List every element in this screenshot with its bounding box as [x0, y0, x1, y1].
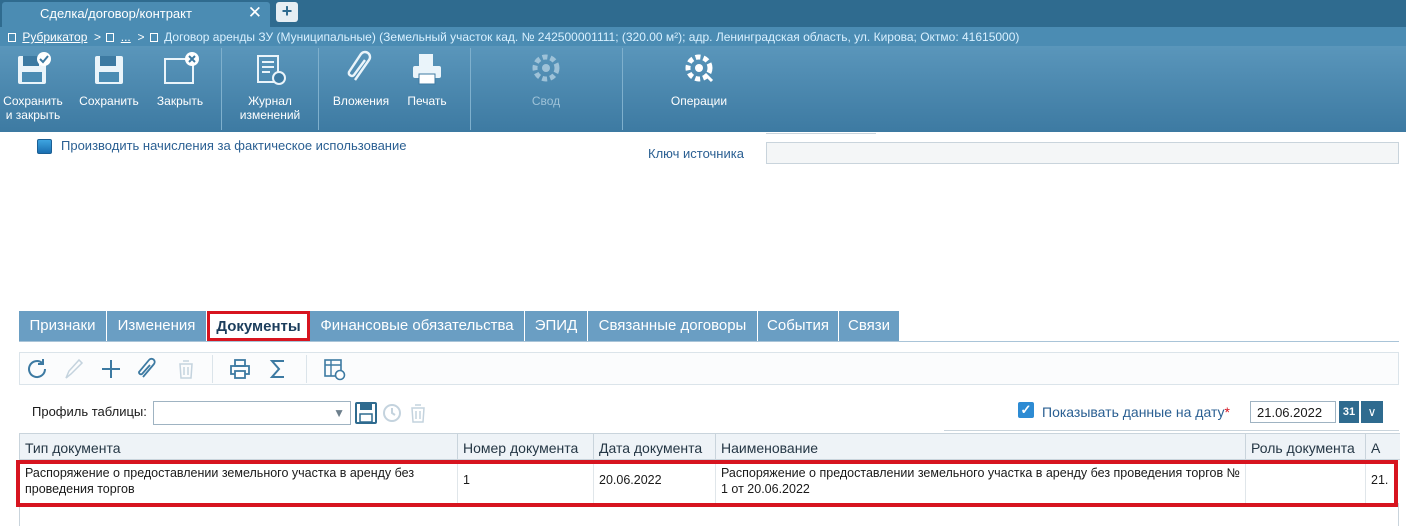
printer-icon	[413, 54, 441, 85]
accrual-checkbox[interactable]	[37, 139, 52, 154]
summary-button[interactable]: Свод	[506, 46, 586, 132]
operations-label: Операции	[670, 94, 728, 108]
document-icon	[149, 33, 158, 42]
list-icon	[106, 33, 115, 42]
columns-settings-icon[interactable]	[322, 357, 346, 381]
grid-toolbar-separator	[212, 355, 213, 383]
chevron-down-icon[interactable]: ▼	[333, 406, 345, 420]
accrual-label: Производить начисления за фактическое ис…	[61, 138, 407, 153]
journal-label-2: изменений	[239, 108, 301, 122]
show-date-checkbox[interactable]: ✓	[1018, 402, 1034, 418]
save-button[interactable]: Сохранить	[74, 46, 144, 132]
list-icon	[8, 33, 16, 42]
column-document-date[interactable]: Дата документа	[594, 434, 716, 460]
required-mark: *	[1224, 404, 1230, 420]
table-header: Тип документа Номер документа Дата докум…	[20, 433, 1400, 460]
attach-icon[interactable]	[135, 357, 159, 381]
close-button[interactable]: Закрыть	[150, 46, 210, 132]
save-and-close-button[interactable]: Сохранить и закрыть	[0, 46, 66, 132]
source-key-label: Ключ источника	[648, 146, 744, 161]
breadcrumb: Рубрикатор > ... > Договор аренды ЗУ (Му…	[0, 27, 1406, 46]
tabs-divider	[19, 341, 1399, 342]
source-key-input[interactable]	[766, 142, 1399, 164]
add-icon[interactable]	[99, 357, 123, 381]
window-tab[interactable]: Сделка/договор/контракт ✕	[2, 2, 270, 27]
filter-divider	[944, 430, 1399, 431]
tab-features[interactable]: Признаки	[19, 311, 107, 341]
main-toolbar: Сохранить и закрыть Сохранить Закрыть Жу…	[0, 46, 1406, 132]
edit-icon[interactable]	[61, 357, 85, 381]
row-highlight	[16, 460, 1398, 507]
tab-epid[interactable]: ЭПИД	[525, 311, 588, 341]
tab-events[interactable]: События	[758, 311, 839, 341]
gear-wrench-icon	[685, 54, 714, 83]
print-label: Печать	[407, 94, 447, 108]
breadcrumb-document: Договор аренды ЗУ (Муниципальные) (Земел…	[164, 30, 1020, 44]
toolbar-separator	[622, 48, 623, 130]
refresh-icon[interactable]	[25, 357, 49, 381]
breadcrumb-separator: >	[134, 30, 145, 44]
column-extra[interactable]: А	[1366, 434, 1400, 460]
new-tab-button[interactable]: +	[276, 2, 298, 22]
grid-toolbar	[19, 352, 1399, 385]
tab-changes[interactable]: Изменения	[107, 311, 207, 341]
close-label: Закрыть	[156, 94, 204, 108]
paperclip-icon	[347, 50, 372, 81]
show-date-text: Показывать данные на дату	[1042, 404, 1225, 420]
table-profile-label: Профиль таблицы:	[32, 404, 147, 419]
window-tab-bar: Сделка/договор/контракт ✕ +	[0, 0, 1406, 27]
attachments-label: Вложения	[332, 94, 390, 108]
save-close-label-1: Сохранить	[3, 94, 63, 108]
reset-profile-icon[interactable]	[380, 401, 404, 425]
tab-related-contracts[interactable]: Связанные договоры	[588, 311, 758, 341]
calendar-icon[interactable]: 31	[1339, 401, 1359, 423]
attachments-button[interactable]: Вложения	[326, 46, 396, 132]
tab-financial-obligations[interactable]: Финансовые обязательства	[310, 311, 525, 341]
save-close-label-2: и закрыть	[5, 108, 61, 122]
print-button[interactable]: Печать	[398, 46, 456, 132]
save-icon	[95, 56, 123, 84]
save-check-icon	[18, 52, 51, 84]
column-document-type[interactable]: Тип документа	[20, 434, 458, 460]
grid-toolbar-separator	[306, 355, 307, 383]
breadcrumb-separator: >	[90, 30, 102, 44]
tab-documents[interactable]: Документы	[207, 311, 310, 341]
journal-label-1: Журнал	[248, 94, 292, 108]
summary-label: Свод	[531, 94, 561, 108]
toolbar-separator	[318, 48, 319, 130]
tab-links[interactable]: Связи	[839, 311, 900, 341]
table-profile-select[interactable]: ▼	[153, 401, 351, 425]
journal-icon	[257, 55, 286, 85]
date-dropdown-chevron-icon[interactable]: ∨	[1361, 401, 1383, 423]
toolbar-separator	[221, 48, 222, 130]
window-tab-title: Сделка/договор/контракт	[40, 6, 192, 21]
toolbar-separator	[470, 48, 471, 130]
close-tab-icon[interactable]: ✕	[248, 4, 262, 22]
field-border	[766, 131, 876, 134]
sum-icon[interactable]	[266, 357, 290, 381]
delete-profile-icon[interactable]	[406, 401, 430, 425]
print-icon[interactable]	[228, 357, 252, 381]
save-profile-icon[interactable]	[354, 401, 378, 425]
column-document-role[interactable]: Роль документа	[1246, 434, 1366, 460]
breadcrumb-rubricator[interactable]: Рубрикатор	[22, 30, 87, 44]
breadcrumb-ellipsis[interactable]: ...	[121, 30, 131, 44]
show-date-label: Показывать данные на дату*	[1042, 404, 1230, 420]
operations-button[interactable]: Операции	[659, 46, 739, 132]
close-window-icon	[164, 52, 199, 84]
save-label: Сохранить	[79, 94, 139, 108]
column-document-number[interactable]: Номер документа	[458, 434, 594, 460]
delete-icon[interactable]	[174, 357, 198, 381]
date-input[interactable]: 21.06.2022	[1250, 401, 1336, 423]
column-document-name[interactable]: Наименование	[716, 434, 1246, 460]
journal-button[interactable]: Журнал изменений	[230, 46, 310, 132]
gear-wrench-icon	[532, 54, 560, 82]
